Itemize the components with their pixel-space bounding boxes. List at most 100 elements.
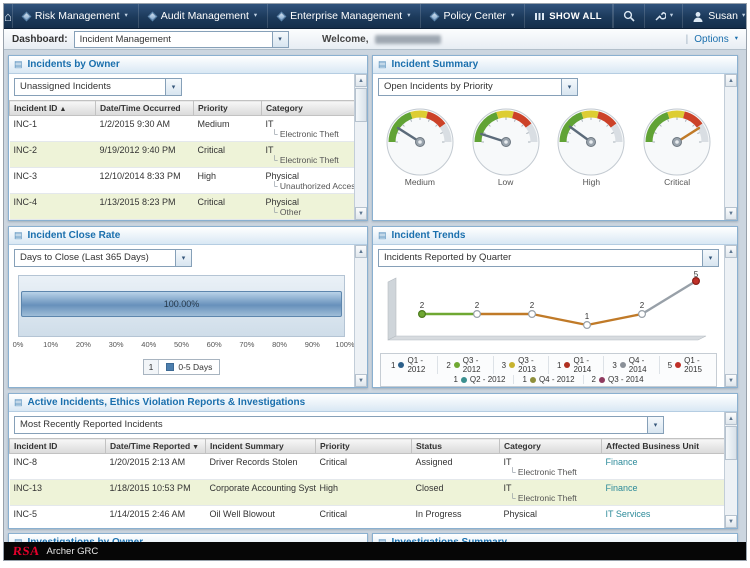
trends-filter[interactable]: Incidents Reported by Quarter ▾ [378, 249, 719, 267]
date-cell: 1/20/2015 2:13 AM [106, 454, 206, 480]
legend-count: 3 [502, 361, 506, 370]
column-header[interactable]: Affected Business Unit [602, 439, 725, 454]
incidents-by-owner-filter[interactable]: Unassigned Incidents ▾ [14, 78, 182, 96]
table-row[interactable]: INC-11/2/2015 9:30 AMMediumIT└ Electroni… [10, 116, 355, 142]
nav-menu-audit-management[interactable]: Audit Management ▾ [139, 4, 268, 28]
legend-dot [454, 362, 460, 368]
column-header[interactable]: Incident ID [10, 439, 106, 454]
table-row[interactable]: INC-81/20/2015 2:13 AMDriver Records Sto… [10, 454, 725, 480]
active-incidents-filter[interactable]: Most Recently Reported Incidents ▾ [14, 416, 664, 434]
trend-segment [532, 314, 587, 325]
chart-wall [388, 278, 396, 340]
table-row[interactable]: INC-41/13/2015 8:23 PMCriticalPhysical└ … [10, 194, 355, 220]
show-all-button[interactable]: SHOW ALL [525, 4, 613, 28]
panel-incident-summary: ▤ Incident Summary Open Incidents by Pri… [372, 55, 738, 221]
axis-tick-label: 100% [335, 340, 354, 349]
audit-management-icon [147, 11, 157, 21]
legend-dot [599, 377, 605, 383]
dashboard-label: Dashboard: [12, 34, 68, 45]
scroll-up-icon[interactable]: ▲ [725, 74, 737, 87]
filter-value: Incidents Reported by Quarter [379, 250, 702, 266]
gauge-dial [551, 106, 631, 176]
column-header[interactable]: Category [262, 101, 355, 116]
scroll-up-icon[interactable]: ▲ [355, 245, 367, 258]
scrollbar[interactable]: ▲ ▼ [724, 412, 737, 528]
top-navbar: ⌂ Risk Management ▾ Audit Management ▾ E… [4, 4, 746, 29]
search-button[interactable] [613, 4, 644, 28]
id-cell: INC-3 [10, 168, 96, 194]
dashboard-content: ▤ Incidents by Owner Unassigned Incident… [4, 50, 746, 542]
close-rate-bar[interactable]: 100.00% [21, 291, 342, 317]
tools-menu-button[interactable]: ▾ [644, 4, 682, 28]
home-button[interactable]: ⌂ [4, 4, 13, 28]
scroll-down-icon[interactable]: ▼ [355, 374, 367, 387]
scroll-thumb[interactable] [725, 426, 737, 460]
chevron-down-icon[interactable]: ▾ [165, 79, 181, 95]
scroll-up-icon[interactable]: ▲ [725, 412, 737, 425]
column-header[interactable]: Date/Time Reported▼ [106, 439, 206, 454]
scroll-up-icon[interactable]: ▲ [725, 245, 737, 258]
scroll-down-icon[interactable]: ▼ [355, 207, 367, 220]
column-header[interactable]: Date/Time Occurred [96, 101, 194, 116]
table-row[interactable]: INC-51/14/2015 2:46 AMOil Well BlowoutCr… [10, 506, 725, 529]
close-rate-bar-label: 100.00% [164, 299, 200, 309]
date-cell: 1/2/2015 9:30 AM [96, 116, 194, 142]
trend-point [639, 311, 646, 318]
legend-count: 1 [453, 375, 457, 384]
column-header[interactable]: Status [412, 439, 500, 454]
scrollbar[interactable]: ▲ ▼ [354, 74, 367, 220]
options-menu[interactable]: | Options ▾ [686, 34, 738, 45]
scroll-down-icon[interactable]: ▼ [725, 515, 737, 528]
scrollbar[interactable]: ▲ ▼ [724, 74, 737, 220]
redacted-username [375, 35, 441, 44]
dashboard-select[interactable]: Incident Management ▾ [74, 31, 289, 48]
chevron-down-icon[interactable]: ▾ [175, 250, 191, 266]
scroll-thumb[interactable] [355, 88, 367, 122]
column-header[interactable]: Incident ID▲ [10, 101, 96, 116]
user-menu-button[interactable]: Susan ▾ [682, 4, 747, 28]
nav-menu-risk-management[interactable]: Risk Management ▾ [13, 4, 139, 28]
trend-point-label: 2 [420, 301, 425, 310]
panel-title: Incident Close Rate [28, 230, 121, 241]
column-header[interactable]: Category [500, 439, 602, 454]
panel-body: Days to Close (Last 365 Days) ▾ 100.00% … [9, 245, 354, 387]
close-rate-filter[interactable]: Days to Close (Last 365 Days) ▾ [14, 249, 192, 267]
business-unit-link[interactable]: Finance [606, 483, 638, 493]
legend-label: Q1 - 2012 [407, 356, 429, 374]
gauge-label: Low [498, 177, 514, 187]
chevron-down-icon[interactable]: ▾ [272, 32, 288, 47]
chevron-down-icon[interactable]: ▾ [647, 417, 663, 433]
business-unit-link[interactable]: Finance [606, 457, 638, 467]
summary-cell: Corporate Accounting System Hacked [206, 480, 316, 506]
scroll-down-icon[interactable]: ▼ [725, 207, 737, 220]
column-header[interactable]: Priority [316, 439, 412, 454]
incident-summary-filter[interactable]: Open Incidents by Priority ▾ [378, 78, 578, 96]
category-cell: IT└ Electronic Theft [262, 116, 355, 142]
chevron-down-icon[interactable]: ▾ [702, 250, 718, 266]
incidents-by-owner-table: Incident ID▲Date/Time OccurredPriorityCa… [9, 100, 354, 220]
table-row[interactable]: INC-131/18/2015 10:53 PMCorporate Accoun… [10, 480, 725, 506]
panel-header: ▤ Incidents by Owner [9, 56, 367, 74]
business-unit-link[interactable]: IT Services [606, 509, 651, 519]
column-header[interactable]: Incident Summary [206, 439, 316, 454]
scrollbar[interactable]: ▲ ▼ [354, 245, 367, 387]
active-incidents-table: Incident IDDate/Time Reported▼Incident S… [9, 438, 724, 528]
axis-tick-label: 10% [43, 340, 58, 349]
scroll-up-icon[interactable]: ▲ [355, 74, 367, 87]
nav-menu-enterprise-management[interactable]: Enterprise Management ▾ [268, 4, 421, 28]
panel-header: ▤ Investigations by Owner [9, 534, 367, 542]
column-header[interactable]: Priority [194, 101, 262, 116]
legend-entry: 2Q3 - 2014 [583, 375, 652, 384]
nav-menu-policy-center[interactable]: Policy Center ▾ [421, 4, 525, 28]
trend-point-label: 2 [640, 301, 645, 310]
category-cell: Physical└ Other [262, 194, 355, 220]
table-row[interactable]: INC-29/19/2012 9:40 PMCriticalIT└ Electr… [10, 142, 355, 168]
table-row[interactable]: INC-312/10/2014 8:33 PMHighPhysical└ Una… [10, 168, 355, 194]
trend-segment [642, 281, 696, 314]
scrollbar[interactable]: ▲ ▼ [724, 245, 737, 387]
gauge-band [583, 114, 599, 115]
legend-label: Q3 - 2012 [463, 356, 485, 374]
chevron-down-icon[interactable]: ▾ [561, 79, 577, 95]
welcome-label: Welcome, [322, 34, 369, 45]
scroll-down-icon[interactable]: ▼ [725, 374, 737, 387]
